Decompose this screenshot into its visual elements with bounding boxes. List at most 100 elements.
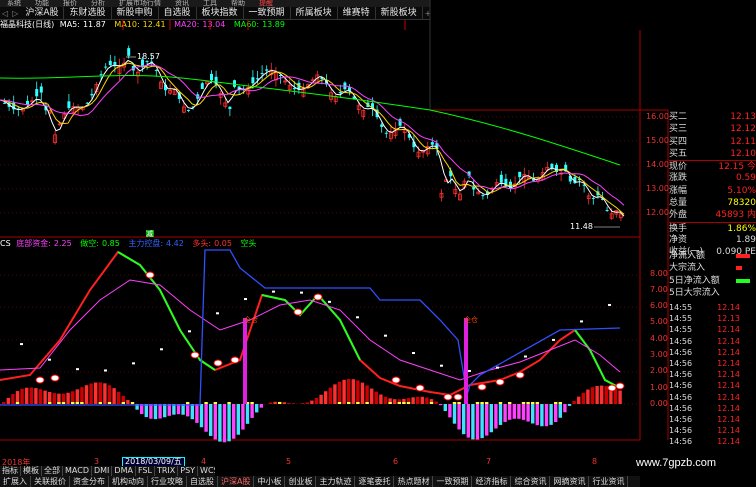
tick-list: 14:55 12.14 14:55 12.13 14:55 12.14 14:56 12.14…: [669, 302, 756, 447]
indicator-tab[interactable]: TRIX: [155, 466, 179, 476]
indicator-tab[interactable]: DMI: [92, 466, 113, 476]
x-label-m7: 7: [486, 457, 492, 466]
tick-row: 14:56 12.14: [669, 369, 756, 380]
watermark: www.7gpzb.com: [636, 457, 717, 469]
ind-bear: 空头: [240, 239, 257, 248]
tick-row: 14:56 12.14: [669, 392, 756, 403]
ind-y-tick: 8.00: [650, 269, 668, 278]
bottom-tab[interactable]: 自选股: [187, 476, 218, 487]
bottom-tab[interactable]: 热点题材: [394, 476, 434, 487]
indicator-tab[interactable]: DMA: [112, 466, 136, 476]
bottom-tab[interactable]: 行业资讯: [589, 476, 629, 487]
tick-time: 14:56: [669, 437, 693, 447]
x-label-m4: 4: [201, 457, 207, 466]
y-tick: 15.00: [646, 136, 669, 145]
bottom-tabs: 扩展入 关联报价 资金分布 机构动向 行业攻略 自选股 沪深A股 中小板 创业板 主力轨迹 逐笔委托…: [0, 476, 640, 487]
bottom-tab[interactable]: 经济指标: [472, 476, 512, 487]
x-label-m5: 5: [286, 457, 292, 466]
tick-time: 14:56: [669, 347, 693, 357]
indicator-tabs: 指标模板全部MACDDMIDMAFSLTRIXPSYWCSTCS: [0, 466, 215, 476]
indicator-tab[interactable]: PSY: [178, 466, 199, 476]
bottom-tab[interactable]: 机构动向: [109, 476, 148, 487]
bottom-tab[interactable]: 中小板: [254, 476, 286, 487]
quote-row: 涨幅 5.10%: [669, 185, 756, 196]
tick-row: 14:56 12.14: [669, 403, 756, 414]
tick-time: 14:56: [669, 358, 693, 368]
indicator-tab[interactable]: 模板: [21, 466, 42, 476]
tick-time: 14:55: [669, 303, 693, 312]
tick-row: 14:55 12.14: [669, 324, 756, 335]
indicator-tab[interactable]: 全部: [42, 466, 63, 476]
indicator-legend: CS 底部资金: 2.25 做空: 0.85 主力控盘: 4.42 多头: 0.05 空…: [0, 238, 640, 249]
indicator-lines: [0, 249, 625, 406]
quote-row: 现价 12.15 今: [669, 160, 756, 173]
quote-row: 总量 78320: [669, 198, 756, 209]
ind-y-tick: 1.00: [650, 383, 668, 392]
bottom-tab[interactable]: 扩展入: [0, 476, 31, 487]
low-price-label: 11.48: [570, 222, 593, 231]
bottom-tab[interactable]: 行业攻略: [148, 476, 187, 487]
signal-bar: [464, 318, 468, 404]
tick-price: 12.14: [717, 392, 740, 402]
tick-price: 12.14: [717, 381, 740, 391]
high-price-label: 18.57: [137, 52, 160, 61]
x-label-m3: 3: [94, 457, 100, 466]
tick-row: 14:56 12.14: [669, 380, 756, 391]
ind-y-tick: 7.00: [650, 285, 668, 294]
y-tick: 16.00: [646, 112, 669, 121]
indicator-histogram: [2, 378, 622, 443]
tick-price: 12.14: [717, 370, 740, 380]
fund-flow-panel: 净流入额 大宗流入 5日净流入额 5日大宗流入: [669, 250, 756, 299]
tick-price: 12.14: [717, 403, 740, 413]
quote-row: 买四 12.11: [669, 136, 756, 147]
bottom-tab[interactable]: 沪深A股: [218, 476, 255, 487]
ind-long: 多头: 0.05: [192, 239, 232, 248]
quote-row: 买五 12.10: [669, 148, 756, 159]
tick-row: 14:56 12.14: [669, 436, 756, 447]
tick-time: 14:56: [669, 336, 693, 346]
bottom-tab[interactable]: 一致预期: [433, 476, 473, 487]
tick-time: 14:56: [669, 370, 693, 380]
bottom-tab[interactable]: 关联报价: [31, 476, 70, 487]
quote-row: 外盘 45893 内: [669, 210, 756, 221]
bottom-tab[interactable]: 创业板: [285, 476, 317, 487]
tick-price: 12.14: [717, 426, 740, 436]
tick-row: 14:56 12.14: [669, 336, 756, 347]
indicator-tab[interactable]: MACD: [63, 466, 92, 476]
signal-label-2: 全仓: [464, 316, 478, 324]
tick-price: 12.14: [717, 325, 740, 335]
tick-row: 14:56 12.14: [669, 358, 756, 369]
ind-y-tick: 0.00: [650, 399, 668, 408]
moving-average-lines: [0, 59, 625, 217]
indicator-tab[interactable]: FSL: [136, 466, 155, 476]
x-label-m8: 8: [592, 457, 598, 466]
bottom-tab[interactable]: 逐笔委托: [355, 476, 395, 487]
x-label-m6: 6: [393, 457, 399, 466]
bottom-tab[interactable]: 综合资讯: [511, 476, 551, 487]
tick-time: 14:56: [669, 426, 693, 436]
tick-price: 12.13: [717, 314, 740, 324]
quote-row: 买二 12.13: [669, 112, 756, 122]
indicator-tab[interactable]: 指标: [0, 466, 21, 476]
tick-time: 14:56: [669, 392, 693, 402]
candlesticks: [3, 45, 623, 221]
tick-time: 14:55: [669, 325, 693, 335]
tick-price: 12.14: [717, 303, 740, 312]
indicator-tab[interactable]: WCST: [198, 466, 215, 476]
tick-price: 12.14: [717, 358, 740, 368]
ind-y-tick: 2.00: [650, 366, 668, 375]
ind-y-tick: 3.00: [650, 350, 668, 359]
tick-row: 14:56 12.14: [669, 347, 756, 358]
ind-y-tick: 5.00: [650, 317, 668, 326]
bottom-tab[interactable]: 资金分布: [70, 476, 109, 487]
tick-price: 12.14: [717, 336, 740, 346]
quote-row: 买三 12.12: [669, 124, 756, 135]
bottom-tab[interactable]: 网摘资讯: [550, 476, 590, 487]
tick-row: 14:56 12.14: [669, 425, 756, 436]
flow-row: 净流入额: [669, 250, 756, 262]
quote-row: 涨跌 0.59: [669, 173, 756, 184]
flow-row: 5日大宗流入: [669, 287, 720, 298]
bottom-tab[interactable]: 主力轨迹: [316, 476, 356, 487]
tick-time: 14:55: [669, 314, 693, 324]
tick-time: 14:56: [669, 381, 693, 391]
